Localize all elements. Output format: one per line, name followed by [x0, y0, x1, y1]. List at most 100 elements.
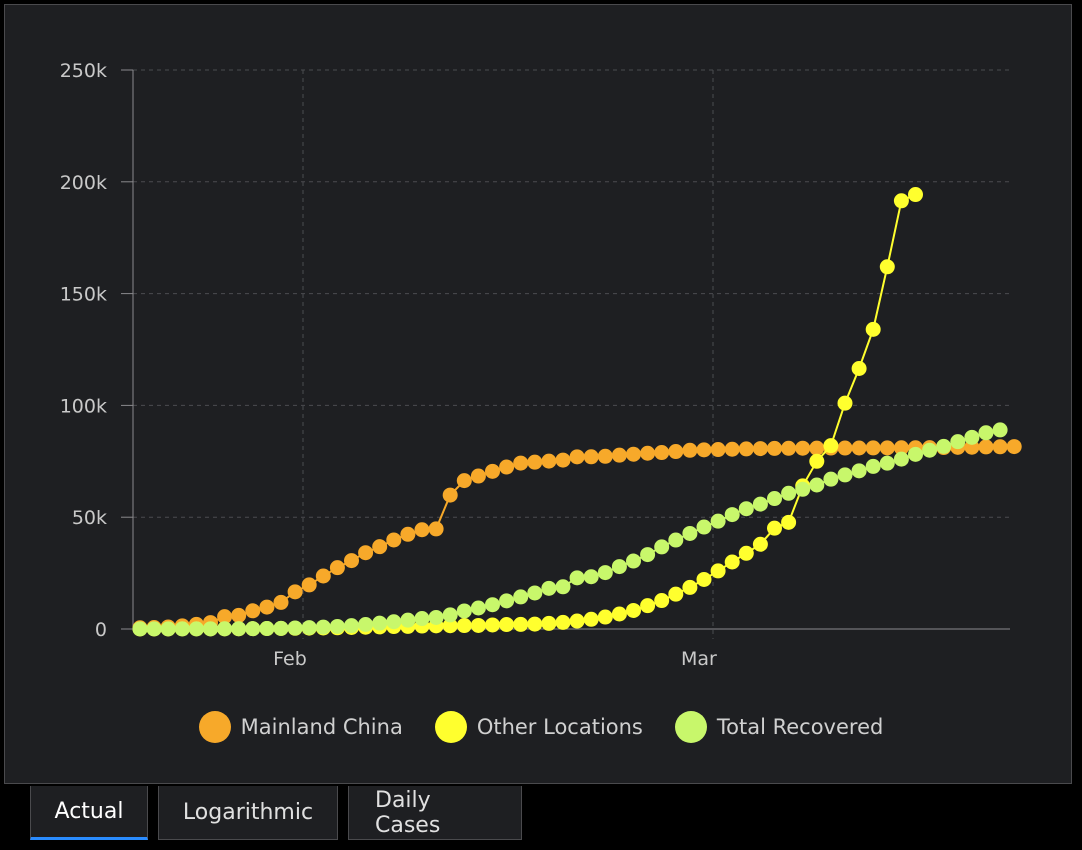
data-point[interactable] — [513, 589, 529, 605]
data-point[interactable] — [682, 579, 698, 595]
data-point[interactable] — [456, 473, 472, 489]
data-point[interactable] — [611, 559, 627, 575]
tab-logarithmic[interactable]: Logarithmic — [158, 786, 338, 840]
data-point[interactable] — [767, 520, 782, 536]
data-point[interactable] — [527, 616, 543, 632]
data-point[interactable] — [823, 471, 839, 487]
data-point[interactable] — [640, 547, 656, 563]
data-point[interactable] — [555, 579, 571, 595]
data-point[interactable] — [654, 445, 670, 461]
data-point[interactable] — [752, 536, 768, 552]
data-point[interactable] — [245, 621, 261, 637]
data-point[interactable] — [781, 514, 797, 530]
data-point[interactable] — [315, 619, 331, 635]
data-point[interactable] — [809, 477, 825, 493]
data-point[interactable] — [456, 603, 472, 619]
data-point[interactable] — [879, 440, 895, 456]
data-point[interactable] — [301, 620, 317, 636]
data-point[interactable] — [908, 187, 923, 203]
data-point[interactable] — [626, 553, 641, 569]
data-point[interactable] — [837, 467, 853, 483]
data-point[interactable] — [146, 621, 162, 637]
data-point[interactable] — [767, 440, 782, 456]
data-point[interactable] — [654, 539, 670, 555]
data-point[interactable] — [485, 597, 500, 613]
data-point[interactable] — [231, 621, 247, 637]
data-point[interactable] — [273, 594, 289, 610]
data-point[interactable] — [499, 459, 515, 475]
data-point[interactable] — [527, 585, 543, 601]
data-point[interactable] — [414, 611, 430, 627]
data-point[interactable] — [724, 507, 740, 523]
data-point[interactable] — [344, 553, 359, 569]
data-point[interactable] — [344, 618, 359, 634]
data-point[interactable] — [654, 593, 670, 609]
data-point[interactable] — [470, 468, 486, 484]
data-point[interactable] — [781, 440, 797, 456]
data-point[interactable] — [485, 617, 500, 633]
data-point[interactable] — [710, 513, 726, 529]
legend-item-other-locations[interactable]: Other Locations — [434, 711, 643, 743]
data-point[interactable] — [569, 570, 585, 586]
data-point[interactable] — [400, 612, 416, 628]
data-point[interactable] — [893, 451, 909, 467]
data-point[interactable] — [513, 616, 529, 632]
data-point[interactable] — [795, 440, 811, 456]
data-point[interactable] — [470, 617, 486, 633]
data-point[interactable] — [936, 438, 952, 454]
data-point[interactable] — [837, 440, 853, 456]
data-point[interactable] — [259, 621, 275, 637]
data-point[interactable] — [583, 569, 599, 585]
data-point[interactable] — [358, 617, 374, 633]
data-point[interactable] — [329, 618, 345, 634]
data-point[interactable] — [174, 621, 190, 637]
data-point[interactable] — [555, 452, 571, 468]
data-point[interactable] — [682, 525, 698, 541]
data-point[interactable] — [922, 442, 938, 458]
data-point[interactable] — [851, 361, 867, 377]
data-point[interactable] — [738, 441, 754, 457]
data-point[interactable] — [456, 618, 472, 634]
data-point[interactable] — [992, 439, 1008, 455]
data-point[interactable] — [597, 609, 613, 625]
data-point[interactable] — [541, 615, 557, 631]
data-point[interactable] — [752, 441, 768, 457]
data-point[interactable] — [668, 532, 684, 548]
data-point[interactable] — [315, 568, 331, 584]
data-point[interactable] — [626, 602, 641, 618]
data-point[interactable] — [851, 463, 867, 479]
data-point[interactable] — [428, 521, 444, 537]
data-point[interactable] — [583, 611, 599, 627]
data-point[interactable] — [287, 584, 303, 600]
data-point[interactable] — [470, 600, 486, 616]
data-point[interactable] — [626, 446, 641, 462]
data-point[interactable] — [372, 539, 388, 555]
data-point[interactable] — [597, 448, 613, 464]
data-point[interactable] — [668, 444, 684, 460]
data-point[interactable] — [724, 441, 740, 457]
data-point[interactable] — [329, 560, 345, 576]
data-point[interactable] — [738, 501, 754, 517]
data-point[interactable] — [358, 545, 374, 561]
data-point[interactable] — [795, 481, 811, 497]
data-point[interactable] — [823, 438, 839, 454]
data-point[interactable] — [231, 607, 247, 623]
data-point[interactable] — [781, 485, 797, 501]
data-point[interactable] — [809, 440, 825, 456]
data-point[interactable] — [372, 615, 388, 631]
data-point[interactable] — [569, 613, 585, 629]
data-point[interactable] — [555, 614, 571, 630]
data-point[interactable] — [865, 440, 881, 456]
data-point[interactable] — [597, 565, 613, 581]
data-point[interactable] — [386, 532, 402, 548]
data-point[interactable] — [710, 563, 726, 579]
data-point[interactable] — [583, 449, 599, 465]
data-point[interactable] — [682, 442, 698, 458]
data-point[interactable] — [611, 606, 627, 622]
data-point[interactable] — [287, 620, 303, 636]
data-point[interactable] — [217, 621, 233, 637]
data-point[interactable] — [879, 259, 895, 275]
data-point[interactable] — [203, 621, 218, 637]
data-point[interactable] — [414, 522, 430, 538]
data-point[interactable] — [992, 422, 1008, 438]
